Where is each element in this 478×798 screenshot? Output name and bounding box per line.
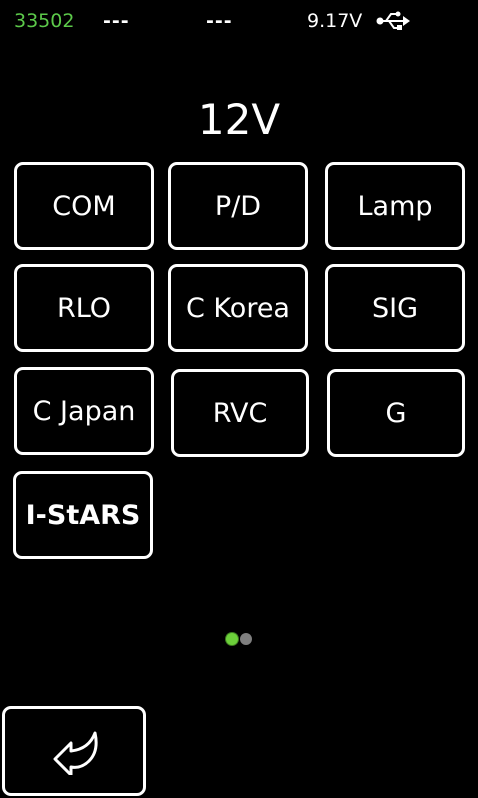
page-indicator <box>225 632 255 646</box>
button-label: RLO <box>56 292 112 324</box>
button-g[interactable]: G <box>327 369 465 457</box>
button-c-korea[interactable]: C Korea <box>168 264 308 352</box>
back-arrow-icon <box>53 731 98 775</box>
page-dot-inactive <box>240 633 252 645</box>
status-voltage: 9.17V <box>307 10 363 32</box>
status-bar: 33502 --- --- 9.17V <box>0 0 478 44</box>
button-label: C Korea <box>186 292 290 324</box>
page-dot-active <box>226 633 238 645</box>
page-title: 12V <box>197 95 281 144</box>
button-rvc[interactable]: RVC <box>171 369 309 457</box>
button-label: RVC <box>212 397 268 429</box>
button-label: Lamp <box>357 190 433 222</box>
usb-icon <box>376 11 410 30</box>
button-label: C Japan <box>32 395 136 427</box>
button-com[interactable]: COM <box>14 162 154 250</box>
button-label: I-StARS <box>25 499 141 531</box>
button-label: COM <box>52 190 116 222</box>
status-field-a: --- <box>103 10 130 32</box>
button-sig[interactable]: SIG <box>325 264 465 352</box>
button-label: P/D <box>214 190 262 222</box>
button-lamp[interactable]: Lamp <box>325 162 465 250</box>
button-pd[interactable]: P/D <box>168 162 308 250</box>
button-label: SIG <box>371 292 419 324</box>
status-field-b: --- <box>206 10 233 32</box>
button-c-japan[interactable]: C Japan <box>14 367 154 455</box>
button-label: G <box>385 397 407 429</box>
back-button[interactable] <box>2 706 146 796</box>
button-rlo[interactable]: RLO <box>14 264 154 352</box>
button-i-stars[interactable]: I-StARS <box>13 471 153 559</box>
status-counter: 33502 <box>14 10 75 32</box>
